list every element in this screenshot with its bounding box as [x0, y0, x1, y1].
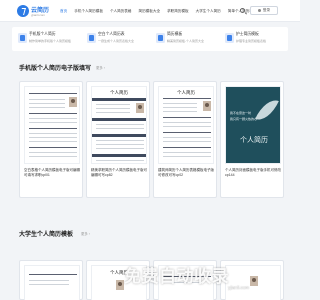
nav-item-resume-table[interactable]: 个人简历表格 — [110, 9, 132, 14]
phone-doc-icon — [18, 33, 27, 43]
category-title: 护士简历模板 — [236, 32, 259, 36]
blank-doc-icon — [87, 33, 96, 43]
logo-icon[interactable] — [17, 5, 29, 17]
section-title-mobile: 手机版个人简历电子版填写 — [19, 66, 92, 72]
nav-item-template-collection[interactable]: 简历模板大全 — [139, 9, 161, 14]
search-icon[interactable] — [240, 8, 245, 13]
category-mobile-resume[interactable]: 手机版个人简历 制作简单的手机版个人简历模板 — [12, 27, 81, 51]
template-card[interactable]: 空白表格个人简历模板电子版可编辑可填写求职cpl01 — [19, 81, 83, 198]
cover-background — [226, 87, 280, 163]
more-link-student[interactable]: 更多 › — [81, 231, 90, 236]
category-subtitle: 精美简历模板-个人简历大全 — [167, 39, 204, 43]
section-title-student: 大学生个人简历模板 — [19, 232, 74, 238]
category-templates[interactable]: 简历模板 精美简历模板-个人简历大全 — [150, 27, 219, 51]
category-blank-resume[interactable]: 空白个人简历表 一键生成个人简历表格大全 — [81, 27, 150, 51]
more-link-mobile[interactable]: 更多 › — [96, 65, 105, 70]
brand-url: yjianli.com — [31, 13, 46, 17]
nav-item-mobile-templates[interactable]: 手机个人简历模板 — [74, 9, 103, 14]
template-card[interactable]: 我不在意这一时 我只有一颗火热的心 个人简历 个人简历封面模板电子版手机可修改c… — [220, 81, 284, 198]
user-icon — [257, 9, 261, 12]
template-caption[interactable]: 个人简历封面模板电子版手机可修改cp144 — [225, 168, 281, 178]
template-card[interactable] — [220, 260, 284, 300]
thumbnail-heading: 个人简历 — [110, 90, 128, 95]
template-caption[interactable]: 精美求职简历个人简历模板电子版可编辑可写cp82 — [91, 168, 147, 178]
category-strip: 手机版个人简历 制作简单的手机版个人简历模板 空白个人简历表 一键生成个人简历表… — [12, 27, 288, 51]
template-thumbnail[interactable]: 个人简历 — [158, 86, 214, 164]
template-caption[interactable]: 空白表格个人简历模板电子版可编辑可填写求职cpl01 — [24, 168, 80, 178]
template-thumbnail[interactable]: 个人简历 — [91, 86, 147, 164]
category-subtitle: 一键生成个人简历表格大全 — [98, 39, 135, 43]
watermark-url: yjianli.com — [228, 285, 250, 290]
template-card[interactable]: 个人简历 精美求职简历个人简历模板电子版可编辑可写cp82 — [86, 81, 150, 198]
category-nurse-resume[interactable]: 护士简历模板 护理专业简历模板表格 — [219, 27, 288, 51]
template-thumbnail[interactable] — [24, 86, 80, 164]
thumbnail-heading: 个人简历 — [177, 90, 195, 95]
top-header: 云简历 yjianli.com 首页 手机个人简历模板 个人简历表格 简历模板大… — [0, 0, 300, 22]
watermark-text: 免费自动收录 — [124, 267, 229, 286]
category-title: 空白个人简历表 — [98, 32, 125, 36]
template-card[interactable]: 个人简历 建筑师简历个人简历表格模板电子版可修改可写cp02 — [153, 81, 217, 198]
template-caption[interactable]: 建筑师简历个人简历表格模板电子版可修改可写cp02 — [158, 168, 214, 178]
login-label: 登录 — [262, 8, 271, 12]
nav-item-student-resume[interactable]: 大学生个人简历 — [196, 9, 221, 14]
template-thumbnail[interactable] — [225, 265, 281, 300]
category-title: 简历模板 — [167, 32, 183, 36]
category-title: 手机版个人简历 — [29, 32, 56, 36]
nav-item-job-templates[interactable]: 求职简历模板 — [167, 9, 189, 14]
nav-item-home[interactable]: 首页 — [60, 9, 67, 14]
nurse-doc-icon — [225, 33, 234, 43]
template-card[interactable] — [19, 260, 83, 300]
main-nav: 首页 手机个人简历模板 个人简历表格 简历模板大全 求职简历模板 大学生个人简历… — [60, 9, 257, 14]
category-subtitle: 制作简单的手机版个人简历模板 — [29, 39, 72, 43]
cover-line-1: 我不在意这一时 — [230, 111, 252, 115]
template-doc-icon — [156, 33, 165, 43]
cover-heading: 个人简历 — [240, 136, 268, 144]
template-thumbnail[interactable]: 我不在意这一时 我只有一颗火热的心 个人简历 — [225, 86, 281, 164]
cover-line-2: 我只有一颗火热的心 — [230, 117, 258, 121]
template-thumbnail[interactable] — [24, 265, 80, 300]
category-subtitle: 护理专业简历模板表格 — [236, 39, 267, 43]
login-button[interactable]: 登录 — [250, 6, 278, 15]
